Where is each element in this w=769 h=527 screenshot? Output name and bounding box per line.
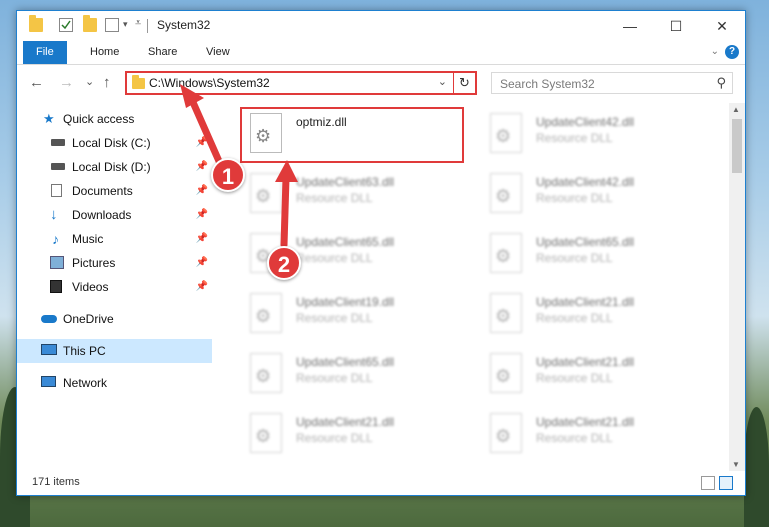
annotation-arrow-1 <box>188 96 226 172</box>
step-marker-2: 2 <box>267 246 301 280</box>
annotation-arrows <box>180 84 298 249</box>
arrowhead-2 <box>275 160 298 182</box>
annotation-arrow-2 <box>280 174 290 249</box>
arrowhead-1 <box>180 84 204 108</box>
step-marker-1: 1 <box>211 158 245 192</box>
